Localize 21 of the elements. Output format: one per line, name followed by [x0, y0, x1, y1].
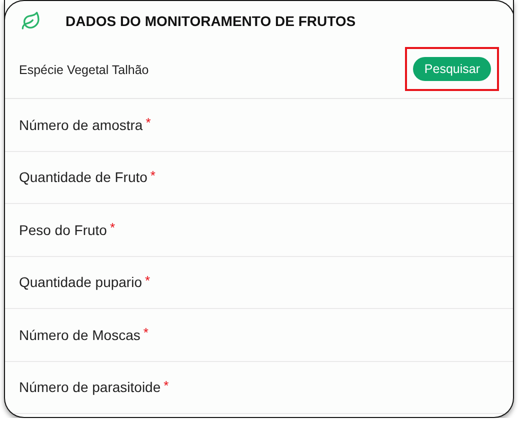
- form-field[interactable]: Quantidade de Fruto *: [5, 152, 513, 204]
- required-mark: *: [110, 220, 115, 235]
- required-mark: *: [164, 378, 169, 392]
- field-label: Quantidade de Fruto: [19, 169, 148, 186]
- required-mark: *: [150, 168, 156, 182]
- field-label: Espécie Vegetal Talhão: [19, 62, 149, 76]
- form-field[interactable]: Número de amostra *: [5, 99, 513, 152]
- required-mark: *: [146, 115, 151, 130]
- leaf-icon: [20, 11, 40, 31]
- form-field[interactable]: Peso do Fruto *: [5, 204, 513, 256]
- field-label: Peso do Fruto: [19, 222, 107, 238]
- field-label: Número de Moscas: [19, 326, 140, 343]
- required-mark: *: [143, 325, 148, 340]
- form-field[interactable]: Quantidade pupario *: [5, 256, 513, 309]
- section-title: DADOS DO MONITORAMENTO DE FRUTOS: [66, 13, 356, 29]
- field-label: Número de amostra: [19, 116, 143, 133]
- field-label: Número de parasitoide: [19, 379, 161, 396]
- form-field[interactable]: Número de parasitoide *: [5, 362, 513, 414]
- required-mark: *: [145, 272, 150, 288]
- field-label: Quantidade pupario: [19, 274, 142, 290]
- form-field[interactable]: Número de Moscas *: [5, 309, 513, 362]
